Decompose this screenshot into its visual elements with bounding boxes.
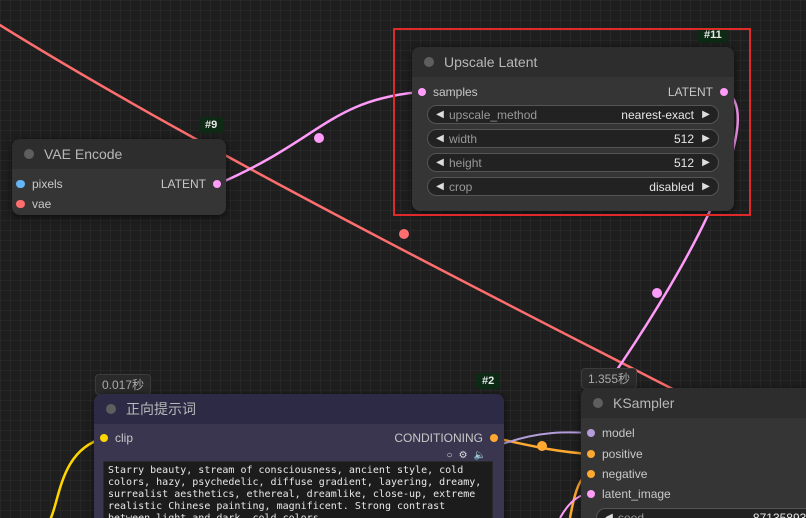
latent-pin-icon[interactable] bbox=[213, 180, 221, 188]
ksampler-node[interactable]: KSampler model positive negative latent_… bbox=[581, 388, 806, 518]
conditioning-pin-icon[interactable] bbox=[490, 434, 498, 442]
speaker-icon[interactable]: 🔈 bbox=[474, 450, 486, 461]
input-slot-negative[interactable]: negative bbox=[587, 465, 647, 483]
input-slot-positive[interactable]: positive bbox=[587, 445, 643, 463]
latent-link-midpoint-2 bbox=[652, 288, 662, 298]
output-slot-latent[interactable]: LATENT bbox=[668, 83, 728, 101]
slot-label: vae bbox=[32, 197, 52, 211]
execution-time-tag: 1.355秒 bbox=[581, 368, 638, 389]
node-id-badge: #9 bbox=[199, 117, 224, 133]
vae-link-midpoint bbox=[399, 229, 409, 239]
output-slot-latent[interactable]: LATENT bbox=[161, 175, 221, 193]
input-slot-clip[interactable]: clip bbox=[100, 429, 133, 447]
node-header[interactable]: 正向提示词 bbox=[94, 394, 504, 424]
slot-label: clip bbox=[115, 431, 134, 445]
left-arrow-icon[interactable]: ◀ bbox=[434, 157, 446, 168]
widget-value: nearest-exact bbox=[621, 107, 694, 122]
height-number-widget[interactable]: ◀ height 512 ▶ bbox=[427, 153, 719, 172]
vae-encode-node[interactable]: VAE Encode pixels vae LATENT bbox=[12, 139, 226, 215]
input-slot-vae[interactable]: vae bbox=[17, 195, 51, 213]
left-arrow-icon[interactable]: ◀ bbox=[603, 512, 615, 518]
left-arrow-icon[interactable]: ◀ bbox=[434, 181, 446, 192]
upscale-method-combo[interactable]: ◀ upscale_method nearest-exact ▶ bbox=[427, 105, 719, 124]
upscale-latent-node[interactable]: Upscale Latent samples LATENT ◀ upscale_… bbox=[412, 47, 734, 211]
positive-prompt-node[interactable]: 正向提示词 clip CONDITIONING ○ ⚙ 🔈 Starry bea… bbox=[94, 394, 504, 518]
slot-label: model bbox=[602, 426, 635, 440]
right-arrow-icon[interactable]: ▶ bbox=[700, 181, 712, 192]
execution-time-tag: 0.017秒 bbox=[95, 374, 152, 395]
latent-link-midpoint-1 bbox=[314, 133, 324, 143]
slot-label: pixels bbox=[32, 177, 63, 191]
widget-label: height bbox=[449, 155, 482, 170]
left-arrow-icon[interactable]: ◀ bbox=[434, 133, 446, 144]
conditioning-pin-icon[interactable] bbox=[587, 450, 595, 458]
crop-combo[interactable]: ◀ crop disabled ▶ bbox=[427, 177, 719, 196]
conditioning-link-midpoint bbox=[537, 441, 547, 451]
node-id-badge: #11 bbox=[698, 27, 728, 43]
widget-label: seed bbox=[618, 510, 645, 518]
slot-label: negative bbox=[602, 467, 648, 481]
widget-label: width bbox=[449, 131, 478, 146]
node-title: VAE Encode bbox=[44, 146, 123, 162]
right-arrow-icon[interactable]: ▶ bbox=[700, 157, 712, 168]
collapse-dot-icon[interactable] bbox=[106, 404, 116, 414]
model-pin-icon[interactable] bbox=[587, 429, 595, 437]
left-arrow-icon[interactable]: ◀ bbox=[434, 109, 446, 120]
collapse-dot-icon[interactable] bbox=[593, 398, 603, 408]
slot-label: CONDITIONING bbox=[394, 431, 483, 445]
latent-pin-icon[interactable] bbox=[587, 490, 595, 498]
slot-label: latent_image bbox=[602, 487, 671, 501]
widget-value: 512 bbox=[673, 155, 694, 170]
right-arrow-icon[interactable]: ▶ bbox=[700, 133, 712, 144]
circle-icon[interactable]: ○ bbox=[447, 450, 453, 461]
latent-pin-icon[interactable] bbox=[720, 88, 728, 96]
output-slot-conditioning[interactable]: CONDITIONING bbox=[394, 429, 498, 447]
image-pin-icon[interactable] bbox=[17, 180, 25, 188]
gear-icon[interactable]: ⚙ bbox=[459, 450, 468, 461]
input-slot-model[interactable]: model bbox=[587, 424, 635, 442]
seed-number-widget[interactable]: ◀ seed 871358936 bbox=[596, 508, 806, 518]
right-arrow-icon[interactable]: ▶ bbox=[700, 109, 712, 120]
clip-pin-icon[interactable] bbox=[100, 434, 108, 442]
prompt-textarea[interactable]: Starry beauty, stream of consciousness, … bbox=[103, 461, 493, 518]
slot-label: positive bbox=[602, 447, 643, 461]
input-slot-pixels[interactable]: pixels bbox=[17, 175, 63, 193]
widget-label: crop bbox=[449, 179, 473, 194]
input-slot-samples[interactable]: samples bbox=[418, 83, 478, 101]
widget-value: 512 bbox=[673, 131, 694, 146]
slot-label: samples bbox=[433, 85, 478, 99]
widget-toolbar: ○ ⚙ 🔈 bbox=[447, 450, 486, 461]
node-header[interactable]: Upscale Latent bbox=[412, 47, 734, 77]
collapse-dot-icon[interactable] bbox=[24, 149, 34, 159]
widget-value: disabled bbox=[649, 179, 694, 194]
width-number-widget[interactable]: ◀ width 512 ▶ bbox=[427, 129, 719, 148]
node-title: KSampler bbox=[613, 395, 675, 411]
latent-pin-icon[interactable] bbox=[418, 88, 426, 96]
vae-pin-icon[interactable] bbox=[17, 200, 25, 208]
node-id-badge: #2 bbox=[476, 373, 501, 389]
node-header[interactable]: KSampler bbox=[581, 388, 806, 418]
slot-label: LATENT bbox=[160, 177, 206, 191]
conditioning-pin-icon[interactable] bbox=[587, 470, 595, 478]
widget-label: upscale_method bbox=[449, 107, 538, 122]
input-slot-latent-image[interactable]: latent_image bbox=[587, 485, 671, 503]
slot-label: LATENT bbox=[667, 85, 713, 99]
node-header[interactable]: VAE Encode bbox=[12, 139, 226, 169]
widget-value: 871358936 bbox=[752, 510, 806, 518]
node-title: 正向提示词 bbox=[126, 401, 196, 417]
collapse-dot-icon[interactable] bbox=[424, 57, 434, 67]
node-title: Upscale Latent bbox=[444, 54, 538, 70]
